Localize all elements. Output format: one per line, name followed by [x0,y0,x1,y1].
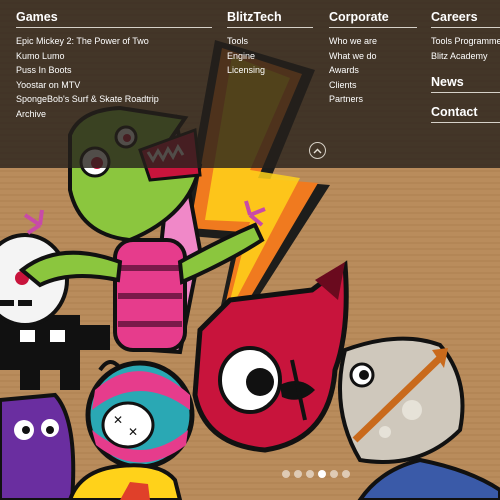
corporate-link-partners[interactable]: Partners [329,92,417,107]
collapse-menu-button[interactable] [309,142,326,159]
blitztech-column: BlitzTech Tools Engine Licensing [227,10,313,78]
corporate-link-clients[interactable]: Clients [329,78,417,93]
corporate-link-what-we-do[interactable]: What we do [329,49,417,64]
game-link-epic-mickey[interactable]: Epic Mickey 2: The Power of Two [16,34,212,49]
top-navigation-menu: Games Epic Mickey 2: The Power of Two Ku… [0,0,500,168]
game-link-yoostar[interactable]: Yoostar on MTV [16,78,212,93]
news-heading[interactable]: News [431,75,500,93]
carousel-dot[interactable] [342,470,350,478]
games-heading[interactable]: Games [16,10,212,28]
corporate-column: Corporate Who we are What we do Awards C… [329,10,417,107]
blitztech-heading[interactable]: BlitzTech [227,10,313,28]
careers-column: Careers Tools Programme Blitz Academy Ne… [431,10,500,129]
blitztech-link-engine[interactable]: Engine [227,49,313,64]
svg-text:✕: ✕ [128,425,138,439]
games-column: Games Epic Mickey 2: The Power of Two Ku… [16,10,212,121]
careers-link-blitz-academy[interactable]: Blitz Academy [431,49,500,64]
careers-link-tools-programme[interactable]: Tools Programme [431,34,500,49]
blitztech-link-licensing[interactable]: Licensing [227,63,313,78]
game-link-kumo-lumo[interactable]: Kumo Lumo [16,49,212,64]
game-link-archive[interactable]: Archive [16,107,212,122]
carousel-dot[interactable] [294,470,302,478]
grey-creature [338,336,465,464]
careers-heading[interactable]: Careers [431,10,500,28]
purple-monster [0,392,76,500]
ball-creature: ✕ ✕ [85,360,195,470]
chevron-up-icon [313,148,322,153]
carousel-dot[interactable] [318,470,326,478]
corporate-heading[interactable]: Corporate [329,10,417,28]
svg-text:✕: ✕ [113,413,123,427]
carousel-dot[interactable] [306,470,314,478]
corporate-link-who-we-are[interactable]: Who we are [329,34,417,49]
blitztech-link-tools[interactable]: Tools [227,34,313,49]
game-link-spongebob[interactable]: SpongeBob's Surf & Skate Roadtrip [16,92,212,107]
carousel-dot[interactable] [330,470,338,478]
contact-heading[interactable]: Contact [431,105,500,123]
carousel-dot[interactable] [282,470,290,478]
game-link-puss-in-boots[interactable]: Puss In Boots [16,63,212,78]
carousel-pagination [282,470,350,478]
corporate-link-awards[interactable]: Awards [329,63,417,78]
